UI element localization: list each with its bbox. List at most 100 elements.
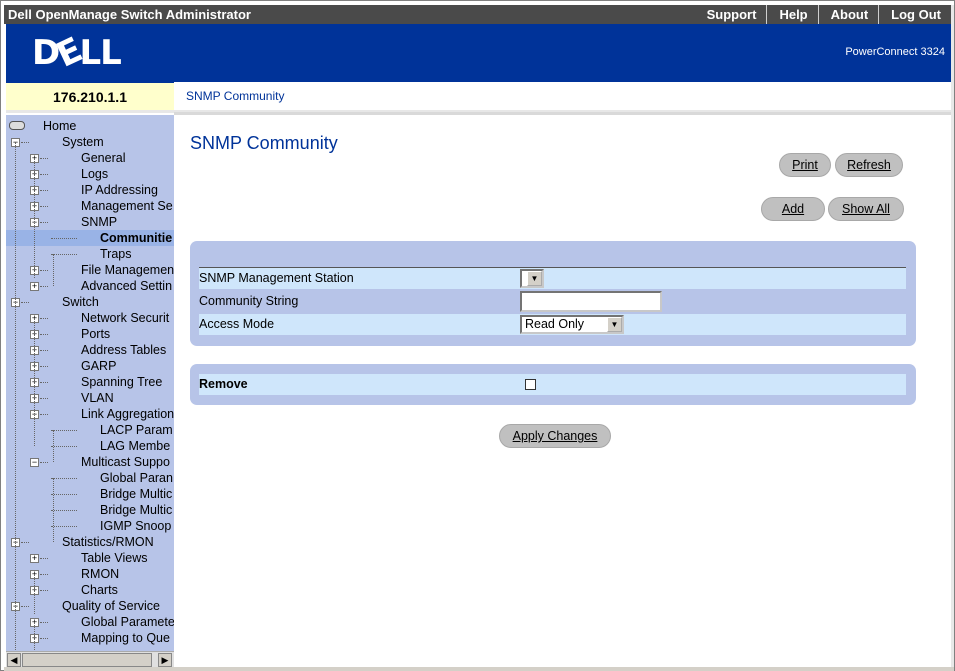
- expand-icon[interactable]: +: [30, 554, 39, 563]
- tree-item-spanning-tree[interactable]: + Spanning Tree: [6, 374, 174, 390]
- tree-item-label: File Managemen: [81, 263, 174, 277]
- window-edge: [951, 5, 954, 668]
- station-select[interactable]: ▼: [520, 269, 544, 288]
- tree-item-garp[interactable]: + GARP: [6, 358, 174, 374]
- tree-item-global-paramete[interactable]: + Global Paramete: [6, 614, 174, 630]
- tree-guide-line: [53, 478, 54, 542]
- tree-item-charts[interactable]: + Charts: [6, 582, 174, 598]
- tree-connector: [40, 398, 48, 399]
- tree-item-label: Network Securit: [81, 311, 170, 325]
- tree-item-vlan[interactable]: + VLAN: [6, 390, 174, 406]
- tree-item-general[interactable]: + General: [6, 150, 174, 166]
- tree-item-communitie[interactable]: Communitie: [6, 230, 174, 246]
- status-bar: [4, 667, 954, 671]
- tree-item-igmp-snoop[interactable]: IGMP Snoop: [6, 518, 174, 534]
- print-button[interactable]: Print: [779, 153, 831, 177]
- tree-item-management-se[interactable]: + Management Se: [6, 198, 174, 214]
- breadcrumb: SNMP Community: [174, 82, 951, 110]
- tree-connector: [40, 206, 48, 207]
- tree-item-label: Spanning Tree: [81, 375, 163, 389]
- tree-item-rmon[interactable]: + RMON: [6, 566, 174, 582]
- tree-guide-line: [34, 318, 35, 446]
- tree-item-link-aggregation[interactable]: − Link Aggregation: [6, 406, 174, 422]
- tree-item-multicast-suppo[interactable]: − Multicast Suppo: [6, 454, 174, 470]
- tree-item-mapping-to-que[interactable]: + Mapping to Que: [6, 630, 174, 646]
- tree-item-bridge-multic[interactable]: Bridge Multic: [6, 486, 174, 502]
- nav-support[interactable]: Support: [695, 5, 767, 24]
- tree-item-table-views[interactable]: + Table Views: [6, 550, 174, 566]
- nav-help[interactable]: Help: [766, 5, 817, 24]
- tree-item-network-securit[interactable]: + Network Securit: [6, 310, 174, 326]
- tree-item-label: Statistics/RMON: [62, 535, 154, 549]
- remove-row: Remove: [199, 374, 906, 395]
- tree-item-advanced-settin[interactable]: + Advanced Settin: [6, 278, 174, 294]
- tree-connector: [51, 238, 77, 239]
- tree-connector: [40, 286, 48, 287]
- tree-item-file-managemen[interactable]: + File Managemen: [6, 262, 174, 278]
- collapse-icon[interactable]: −: [30, 458, 39, 467]
- tree-connector: [40, 174, 48, 175]
- nav-about[interactable]: About: [817, 5, 879, 24]
- sidebar-hscrollbar[interactable]: ◀ ▶: [6, 651, 174, 667]
- tree-item-home[interactable]: Home: [6, 118, 174, 134]
- tree-item-label: Address Tables: [81, 343, 167, 357]
- tree-item-label: Switch: [62, 295, 99, 309]
- community-string-input[interactable]: [520, 291, 662, 312]
- expand-icon[interactable]: +: [30, 282, 39, 291]
- tree-item-logs[interactable]: + Logs: [6, 166, 174, 182]
- tree-connector: [40, 350, 48, 351]
- tree-item-label: LACP Param: [100, 423, 173, 437]
- tree-connector: [51, 478, 77, 479]
- apply-changes-button[interactable]: Apply Changes: [499, 424, 611, 448]
- remove-checkbox[interactable]: [525, 379, 536, 390]
- scroll-left-arrow-icon[interactable]: ◀: [7, 653, 21, 667]
- tree-item-bridge-multic[interactable]: Bridge Multic: [6, 502, 174, 518]
- tree-item-global-paran[interactable]: Global Paran: [6, 470, 174, 486]
- tree-guide-line: [53, 430, 54, 462]
- tree-connector: [40, 414, 48, 415]
- tree-item-address-tables[interactable]: + Address Tables: [6, 342, 174, 358]
- tree-item-label: Communitie: [100, 231, 173, 245]
- tree-item-lag-membe[interactable]: LAG Membe: [6, 438, 174, 454]
- tree-item-quality-of-service[interactable]: − Quality of Service: [6, 598, 174, 614]
- tree-guide-line: [15, 142, 16, 651]
- product-name: PowerConnect 3324: [845, 46, 945, 58]
- home-icon: [9, 121, 25, 130]
- access-mode-select[interactable]: Read Only ▼: [520, 315, 624, 334]
- show-all-button[interactable]: Show All: [828, 197, 904, 221]
- tree-connector: [40, 638, 48, 639]
- tree-connector: [40, 334, 48, 335]
- banner: D E LL PowerConnect 3324: [6, 24, 951, 82]
- tree-item-switch[interactable]: − Switch: [6, 294, 174, 310]
- station-label: SNMP Management Station: [199, 271, 354, 285]
- tree-connector: [21, 142, 29, 143]
- tree-item-lacp-param[interactable]: LACP Param: [6, 422, 174, 438]
- chevron-down-icon[interactable]: ▼: [607, 317, 622, 332]
- access-mode-label: Access Mode: [199, 317, 275, 331]
- tree-connector: [21, 302, 29, 303]
- tree-connector: [40, 558, 48, 559]
- browser-frame: Dell OpenManage Switch Administrator Sup…: [0, 0, 955, 671]
- tree-item-system[interactable]: − System: [6, 134, 174, 150]
- sidebar-tree: Home − System + General + Logs + IP Addressing + M…: [6, 115, 174, 651]
- remove-panel: Remove: [190, 364, 916, 405]
- tree-item-ip-addressing[interactable]: + IP Addressing: [6, 182, 174, 198]
- tree-item-ports[interactable]: + Ports: [6, 326, 174, 342]
- tree-item-snmp[interactable]: − SNMP: [6, 214, 174, 230]
- tree-item-label: GARP: [81, 359, 117, 373]
- tree-item-label: Mapping to Que: [81, 631, 170, 645]
- add-button[interactable]: Add: [761, 197, 825, 221]
- refresh-button[interactable]: Refresh: [835, 153, 903, 177]
- tree-item-label: IGMP Snoop: [100, 519, 172, 533]
- chevron-down-icon[interactable]: ▼: [527, 271, 542, 286]
- scroll-thumb[interactable]: [22, 653, 152, 667]
- tree-item-statistics-rmon[interactable]: − Statistics/RMON: [6, 534, 174, 550]
- remove-label: Remove: [199, 377, 248, 391]
- tree-item-traps[interactable]: Traps: [6, 246, 174, 262]
- tree-connector: [21, 606, 29, 607]
- tree-item-label: Ports: [81, 327, 111, 341]
- nav-logout[interactable]: Log Out: [878, 5, 951, 24]
- scroll-right-arrow-icon[interactable]: ▶: [158, 653, 172, 667]
- tree-connector: [40, 190, 48, 191]
- tree-item-label: Multicast Suppo: [81, 455, 170, 469]
